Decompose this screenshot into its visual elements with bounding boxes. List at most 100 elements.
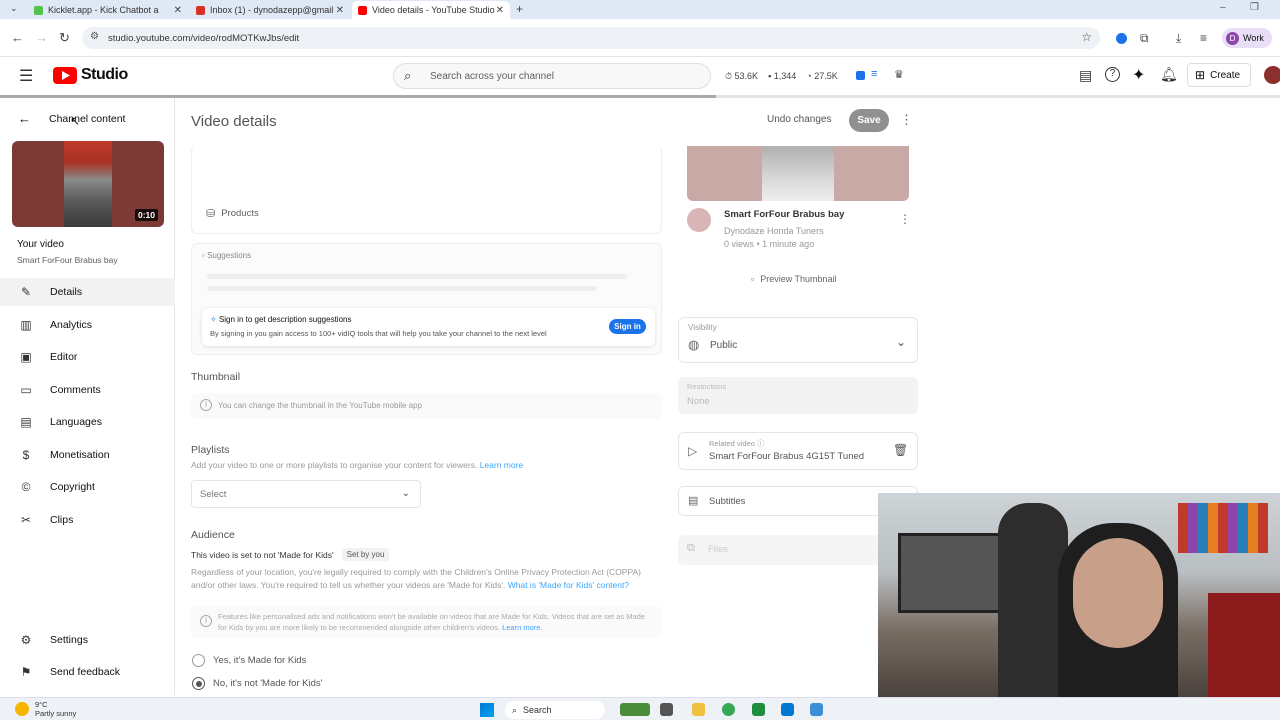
- back-icon[interactable]: ←: [11, 30, 24, 45]
- new-tab-icon[interactable]: +: [516, 2, 523, 16]
- save-button[interactable]: Save: [849, 109, 889, 132]
- sidebar-item-copyright[interactable]: © Copyright: [0, 473, 175, 501]
- url-text: studio.youtube.com/video/rodMOTKwJbs/edi…: [108, 32, 300, 44]
- close-tab-icon[interactable]: ✕: [336, 5, 344, 16]
- comments-icon: ▭: [20, 383, 32, 397]
- sidebar-item-details[interactable]: ✎ Details: [0, 278, 175, 306]
- webcam-monitor: [898, 533, 1008, 613]
- tab-youtube-studio[interactable]: Video details - YouTube Studio ✕: [352, 1, 510, 19]
- preview-thumbnail-button[interactable]: ▫ Preview Thumbnail: [751, 274, 837, 284]
- bookmark-star-icon[interactable]: ☆: [1081, 30, 1092, 44]
- playlists-learn-more-link[interactable]: Learn more: [480, 460, 523, 470]
- sidebar-item-label: Analytics: [50, 319, 93, 331]
- media-controls-icon[interactable]: ≡: [1200, 31, 1207, 45]
- extensions-puzzle-icon[interactable]: ⧉: [1140, 31, 1149, 46]
- tab-list-icon[interactable]: ⌄: [10, 3, 18, 14]
- shopping-bag-icon: ⛁: [206, 208, 216, 220]
- tab-kicklet[interactable]: Kicklet.app - Kick Chatbot a ✕: [28, 1, 188, 19]
- more-vert-icon[interactable]: ⋮: [899, 212, 911, 226]
- kids-learn-more-link[interactable]: Learn more.: [502, 623, 542, 632]
- app-icon[interactable]: [810, 703, 823, 716]
- products-label: Products: [221, 208, 259, 219]
- related-video-box[interactable]: ▷ Related video ⓘ Smart ForFour Brabus 4…: [678, 432, 918, 470]
- studio-logo[interactable]: Studio: [53, 66, 128, 84]
- outlook-icon[interactable]: [781, 703, 794, 716]
- taskbar-search[interactable]: ⌕ Search: [505, 701, 605, 719]
- vidiq-icon[interactable]: [856, 71, 865, 80]
- sidebar-item-comments[interactable]: ▭ Comments: [0, 376, 175, 404]
- playlists-heading: Playlists: [191, 444, 230, 456]
- site-info-icon[interactable]: ⚙: [90, 31, 99, 42]
- forward-icon[interactable]: →: [35, 30, 48, 45]
- products-button[interactable]: ⛁ Products: [206, 207, 259, 220]
- tab-gmail[interactable]: Inbox (1) - dynodazepp@gmail ✕: [190, 1, 350, 19]
- search-icon: ⌕: [512, 704, 518, 715]
- radio-made-for-kids-no[interactable]: No, it's not 'Made for Kids': [192, 677, 322, 690]
- video-thumbnail[interactable]: 0:10: [12, 141, 164, 227]
- download-icon[interactable]: ⤓: [1176, 31, 1181, 46]
- app-icon[interactable]: [752, 703, 765, 716]
- files-label: Files: [708, 544, 729, 555]
- signin-prompt: ✧ Sign in to get description suggestions…: [202, 308, 655, 346]
- thumbnail-note: You can change the thumbnail in the YouT…: [218, 401, 423, 410]
- sidebar-item-languages[interactable]: ▤ Languages: [0, 408, 175, 436]
- visibility-select[interactable]: Visibility ◍ Public ⌄: [678, 317, 918, 363]
- info-icon: i: [200, 615, 212, 627]
- close-tab-icon[interactable]: ✕: [174, 5, 182, 16]
- back-label: Channel content: [49, 112, 126, 125]
- create-button[interactable]: ⊞ Create: [1187, 63, 1251, 87]
- video-preview[interactable]: [687, 146, 909, 201]
- maximize-icon[interactable]: ❐: [1250, 2, 1259, 13]
- undo-changes-button[interactable]: Undo changes: [767, 114, 832, 125]
- related-label-row: Related video ⓘ: [709, 438, 764, 449]
- notifications-bell-icon[interactable]: 🔔︎: [1160, 66, 1178, 83]
- browser-tab-bar: ⌄ Kicklet.app - Kick Chatbot a ✕ Inbox (…: [0, 0, 1280, 19]
- help-icon[interactable]: ?: [1105, 67, 1120, 82]
- sidebar-item-monetisation[interactable]: $ Monetisation: [0, 441, 175, 469]
- delete-trash-icon[interactable]: 🗑︎: [893, 443, 908, 457]
- task-view-icon[interactable]: [660, 703, 673, 716]
- your-video-heading: Your video: [17, 239, 64, 250]
- url-bar[interactable]: ⚙ studio.youtube.com/video/rodMOTKwJbs/e…: [82, 27, 1100, 49]
- taskbar-widget-icon[interactable]: [620, 703, 650, 716]
- windows-start-icon[interactable]: [480, 703, 494, 717]
- made-for-kids-link[interactable]: What is 'Made for Kids' content?: [508, 580, 629, 590]
- close-tab-icon[interactable]: ✕: [496, 5, 504, 16]
- sidebar-item-analytics[interactable]: ▥ Analytics: [0, 311, 175, 339]
- description-box[interactable]: [191, 146, 662, 234]
- chrome-icon[interactable]: [722, 703, 735, 716]
- files-icon: ⧉: [687, 542, 695, 554]
- sidebar-item-settings[interactable]: ⚙ Settings: [0, 626, 175, 654]
- tab-title: Inbox (1) - dynodazepp@gmail: [210, 5, 334, 15]
- sparkle-icon[interactable]: ✦: [1132, 65, 1145, 85]
- sidebar-item-editor[interactable]: ▣ Editor: [0, 343, 175, 371]
- vidiq-list-icon[interactable]: ≡: [871, 68, 877, 80]
- audience-heading: Audience: [191, 529, 235, 541]
- tab-title: Kicklet.app - Kick Chatbot a: [48, 5, 159, 15]
- page-title: Video details: [191, 113, 277, 130]
- reload-icon[interactable]: ↻: [59, 30, 70, 46]
- dollar-icon: $: [22, 448, 30, 462]
- sidebar-item-label: Monetisation: [50, 449, 110, 461]
- hamburger-menu-icon[interactable]: ☰: [19, 66, 33, 86]
- sidebar-item-label: Send feedback: [50, 666, 121, 678]
- trophy-icon[interactable]: ♛: [894, 68, 904, 81]
- sidebar-item-feedback[interactable]: ⚑ Send feedback: [0, 658, 175, 686]
- duration-badge: 0:10: [134, 209, 158, 221]
- playlist-select[interactable]: Select ⌄: [191, 480, 421, 508]
- more-options-icon[interactable]: ⋮: [900, 112, 913, 128]
- sidebar-item-clips[interactable]: ✂ Clips: [0, 506, 175, 534]
- messages-icon[interactable]: ▤: [1079, 67, 1092, 84]
- radio-made-for-kids-yes[interactable]: Yes, it's Made for Kids: [192, 654, 306, 667]
- signin-title: Sign in to get description suggestions: [218, 315, 352, 324]
- profile-button[interactable]: D Work: [1222, 28, 1272, 48]
- feedback-icon: ⚑: [20, 665, 32, 679]
- file-explorer-icon[interactable]: [692, 703, 705, 716]
- extension-icon[interactable]: [1116, 33, 1127, 44]
- kids-note-box: i Features like personalised ads and not…: [191, 606, 662, 638]
- minimize-icon[interactable]: –: [1220, 2, 1226, 13]
- preview-image: [762, 146, 834, 201]
- channel-avatar[interactable]: [1264, 66, 1280, 84]
- signin-button[interactable]: Sign in: [609, 319, 646, 334]
- search-input[interactable]: ⌕ Search across your channel: [393, 63, 711, 89]
